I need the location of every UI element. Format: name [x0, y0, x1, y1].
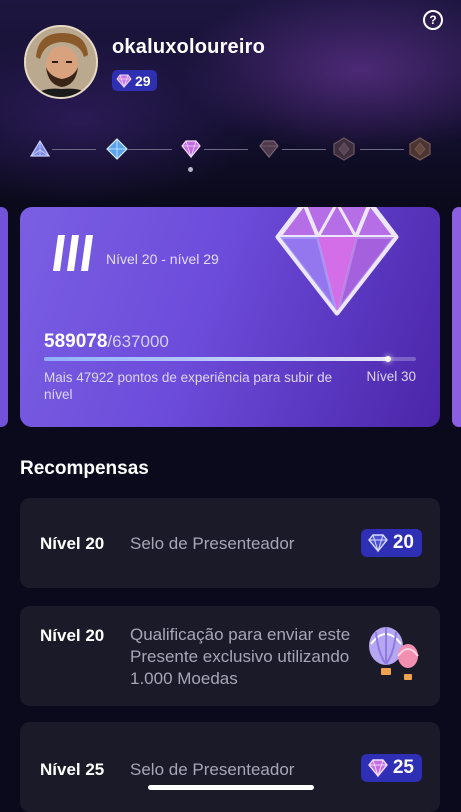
user-level-value: 29 — [135, 72, 151, 89]
reward-level: Nível 20 — [40, 534, 105, 553]
xp-progress-bar — [44, 356, 416, 362]
reward-level: Nível 25 — [40, 760, 105, 779]
previous-level-card[interactable] — [0, 207, 8, 427]
reward-description: Selo de Presenteador — [130, 534, 295, 553]
xp-total: /637000 — [107, 332, 169, 351]
xp-progress-knob — [385, 356, 392, 362]
xp-current: 589078 — [44, 331, 108, 352]
diamond-icon — [275, 207, 399, 316]
next-level-label: Nível 30 — [366, 369, 416, 384]
tier-4-gem-icon[interactable] — [258, 139, 280, 159]
reward-level: Nível 20 — [40, 626, 105, 645]
xp-progress-fill — [44, 357, 389, 361]
avatar[interactable] — [24, 25, 98, 99]
track-line — [128, 149, 172, 150]
username: okaluxoloureiro — [112, 36, 266, 58]
level-range: Nível 20 - nível 29 — [106, 251, 219, 267]
diamond-icon — [116, 74, 132, 88]
reward-item[interactable]: Nível 25 Selo de Presenteador 25 — [20, 722, 440, 812]
home-indicator[interactable] — [148, 785, 314, 790]
diamond-outline-icon — [367, 534, 388, 553]
active-tier-indicator — [188, 167, 193, 172]
next-level-card[interactable] — [452, 207, 461, 427]
gifter-badge: 20 — [360, 529, 422, 557]
level-tier-track — [0, 135, 461, 175]
reward-description: Selo de Presenteador — [130, 760, 295, 779]
gifter-badge: 25 — [360, 754, 422, 782]
gifter-badge-value: 20 — [392, 532, 414, 553]
xp-hint: Mais 47922 pontos de experiência para su… — [44, 370, 333, 402]
reward-item[interactable]: Nível 20 Qualificação para enviar este P… — [20, 606, 440, 706]
level-card[interactable]: Nível 20 - nível 29 589078/637000 Mais 4… — [20, 207, 440, 427]
help-icon[interactable]: ? — [423, 10, 443, 30]
track-line — [204, 149, 248, 150]
tier-1-gem-icon[interactable] — [30, 139, 50, 159]
user-level-badge: 29 — [112, 70, 157, 91]
track-line — [282, 149, 326, 150]
gifter-badge-value: 25 — [392, 757, 414, 778]
tier-6-gem-icon[interactable] — [408, 137, 432, 161]
reward-item[interactable]: Nível 20 Selo de Presenteador 20 — [20, 498, 440, 588]
diamond-icon — [367, 759, 388, 778]
roman-numeral-iii — [53, 235, 93, 271]
track-line — [52, 149, 96, 150]
tier-2-gem-icon[interactable] — [106, 138, 128, 160]
rewards-title: Recompensas — [20, 458, 149, 479]
hot-air-balloon-gift-icon — [369, 627, 419, 680]
tier-5-gem-icon[interactable] — [332, 137, 356, 161]
xp-counter: 589078/637000 — [44, 331, 169, 353]
tier-3-gem-icon[interactable] — [180, 139, 202, 159]
track-line — [360, 149, 404, 150]
reward-description: Qualificação para enviar este Presente e… — [130, 625, 351, 688]
